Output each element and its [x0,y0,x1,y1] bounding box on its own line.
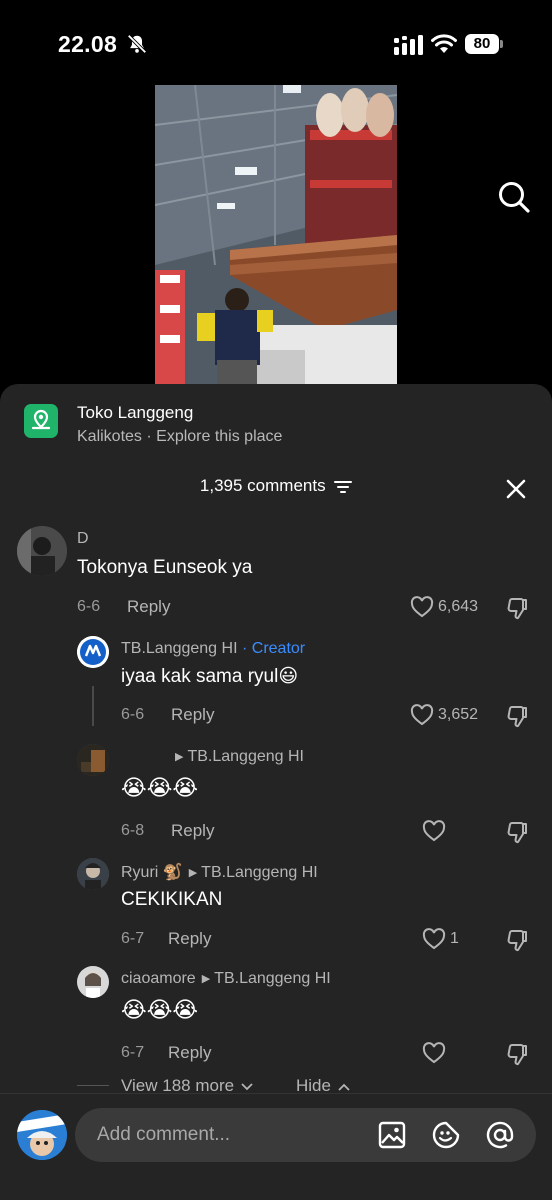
heart-icon [422,928,446,950]
comment-author[interactable]: TB.Langgeng HI · Creator [121,640,305,658]
location-pin-icon [24,404,58,438]
thread-divider [77,1085,109,1086]
like-button[interactable]: 3,652 [410,704,490,728]
video-thumbnail[interactable] [155,85,397,390]
reply-button[interactable]: Reply [127,597,170,617]
reply-to-name: TB.Langgeng HI [214,970,331,987]
image-icon[interactable] [378,1121,406,1149]
comment-date: 6-6 [121,706,145,723]
wifi-icon [431,34,457,53]
heart-icon [422,820,446,842]
avatar[interactable] [77,966,109,998]
creator-badge: · Creator [241,640,306,657]
comment-item: D Tokonya Eunseok ya 6-6 Reply 6,643 [0,524,552,624]
dislike-icon[interactable] [505,1042,529,1066]
reply-button[interactable]: Reply [171,705,214,725]
avatar[interactable] [77,744,109,776]
comment-text: 😭😭😭 [121,775,199,800]
reply-button[interactable]: Reply [168,1043,211,1063]
comment-author[interactable]: Ryuri 🐒 ▶ TB.Langgeng HI [121,862,318,882]
dislike-icon[interactable] [505,596,529,620]
thread-line [92,686,94,726]
comment-text: Tokonya Eunseok ya [77,557,253,578]
reply-arrow-icon: ▶ [188,867,198,879]
place-name: Toko Langgeng [77,403,194,422]
comment-item: ciaoamore ▶ TB.Langgeng HI 😭😭😭 6-7 Reply [0,964,552,1074]
comment-input-box[interactable] [75,1108,536,1162]
close-icon[interactable] [505,478,527,500]
reply-to-name: TB.Langgeng HI [187,748,304,765]
like-button[interactable]: 6,643 [410,596,490,620]
comment-date: 6-7 [121,930,145,947]
comment-item: TB.Langgeng HI · Creator iyaa kak sama r… [0,632,552,742]
status-time: 22.08 [58,31,118,57]
comments-count: 1,395 comments [199,476,326,495]
mention-icon[interactable] [485,1120,515,1150]
battery-tip [500,40,503,48]
heart-icon [422,1042,446,1064]
comment-text: CEKIKIKAN [121,889,223,910]
avatar[interactable] [77,636,109,668]
comment-date: 6-7 [121,1044,145,1061]
author-name: Ryuri 🐒 [121,864,183,881]
heart-icon [410,704,434,726]
emoji-sticker-icon[interactable] [431,1120,461,1150]
comment-item: Ryuri 🐒 ▶ TB.Langgeng HI CEKIKIKAN 6-7 Rep… [0,856,552,966]
comment-author[interactable]: ciaoamore ▶ TB.Langgeng HI [121,970,331,988]
comment-input[interactable] [97,1108,367,1162]
signal-icon [394,35,423,55]
like-button[interactable] [422,820,452,844]
sort-filter-icon[interactable] [334,480,353,494]
reply-to-name: TB.Langgeng HI [201,864,318,881]
reply-button[interactable]: Reply [168,929,211,949]
battery-indicator: 80 [465,34,503,54]
comment-author[interactable]: D [77,530,89,548]
comment-item: ▶ TB.Langgeng HI 😭😭😭 6-8 Reply [0,742,552,854]
battery-level: 80 [465,34,499,54]
reply-button[interactable]: Reply [171,821,214,841]
comments-sheet: Toko Langgeng Kalikotes · Explore this p… [0,384,552,1200]
comments-header[interactable]: 1,395 comments [0,476,552,506]
author-name: TB.Langgeng HI [121,640,238,657]
chevron-down-icon [241,1083,253,1091]
comment-date: 6-8 [121,822,145,839]
avatar[interactable] [77,858,109,890]
like-count: 6,643 [438,598,479,615]
comment-author[interactable]: ▶ TB.Langgeng HI [121,748,304,766]
search-icon[interactable] [497,180,531,214]
reply-arrow-icon: ▶ [201,973,211,985]
comment-text: iyaa kak sama ryul😃 [121,666,299,687]
place-row[interactable]: Toko Langgeng Kalikotes · Explore this p… [0,384,552,464]
heart-icon [410,596,434,618]
place-subtitle[interactable]: Kalikotes · Explore this place [77,428,282,446]
chevron-up-icon [338,1083,350,1091]
comment-text: 😭😭😭 [121,997,199,1022]
reply-arrow-icon: ▶ [175,751,184,763]
like-button[interactable]: 1 [422,928,472,952]
dislike-icon[interactable] [505,704,529,728]
comment-date: 6-6 [77,598,101,615]
like-count: 1 [450,930,459,947]
video-area[interactable] [0,80,552,390]
avatar[interactable] [17,526,67,576]
bell-muted-icon [127,34,147,54]
user-avatar[interactable] [17,1110,67,1160]
like-button[interactable] [422,1042,452,1066]
comment-composer [0,1093,552,1200]
status-bar: 22.08 80 [0,0,552,80]
dislike-icon[interactable] [505,928,529,952]
dislike-icon[interactable] [505,820,529,844]
like-count: 3,652 [438,706,479,723]
author-name: ciaoamore [121,970,196,987]
